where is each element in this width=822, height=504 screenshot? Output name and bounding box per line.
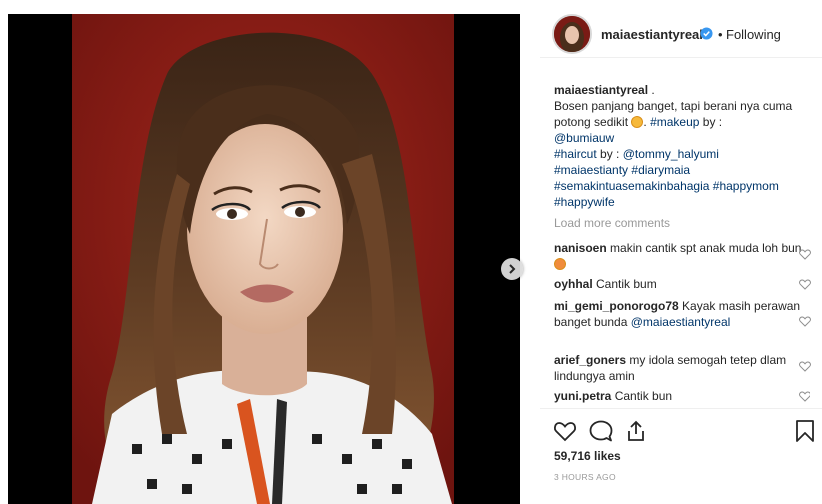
header-username[interactable]: maiaestiantyreal [601,27,703,42]
heart-icon[interactable] [553,419,577,443]
hashtag-link[interactable]: #makeup [650,115,699,129]
hashtag-link[interactable]: #happywife [554,195,615,209]
avatar-image [554,16,590,52]
post-media-area [0,0,540,504]
portrait-illustration [72,14,454,504]
emoji-icon [554,258,566,270]
comment-like-heart-icon[interactable] [799,391,810,402]
comment-username[interactable]: yuni.petra [554,389,611,403]
following-button[interactable]: Following [726,27,781,42]
share-icon[interactable] [624,419,648,443]
caption-username[interactable]: maiaestiantyreal [554,83,648,97]
post-timestamp[interactable]: 3 HOURS AGO [554,472,616,482]
hashtag-link[interactable]: #maiaestianty [554,163,628,177]
chevron-right-icon [509,264,516,274]
comment-text: Cantik bum [592,277,657,291]
comment-item: yuni.petra Cantik bun [554,388,810,404]
comment-item: mi_gemi_ponorogo78 Kayak masih perawan b… [554,298,811,330]
comment-text: Cantik bun [611,389,673,403]
comment-item: arief_goners my idola semogah tetep dlam… [554,352,811,384]
hashtag-link[interactable]: #haircut [554,147,597,161]
caption-text: . [648,83,655,97]
caption-text: by : [596,147,623,161]
tongue-emoji-icon [631,116,644,128]
next-photo-button[interactable] [501,258,523,280]
comment-username[interactable]: arief_goners [554,353,626,367]
comment-like-heart-icon[interactable] [799,279,811,290]
mention-link[interactable]: @tommy_halyumi [623,147,719,161]
mention-link[interactable]: @bumiauw [554,131,614,145]
caption-text: by : [699,115,723,129]
post-photo[interactable] [72,14,454,504]
comment-item: nanisoen makin cantik spt anak muda loh … [554,240,811,272]
caption: maiaestiantyreal . Bosen panjang banget,… [554,82,810,210]
hashtag-link[interactable]: #semakintuasemakinbahagia [554,179,709,193]
comment-username[interactable]: mi_gemi_ponorogo78 [554,299,679,313]
likes-count[interactable]: 59,716 likes [554,449,621,463]
mention-link[interactable]: @maiaestiantyreal [631,315,731,329]
post-actions: 59,716 likes 3 HOURS AGO [540,408,822,504]
bookmark-icon[interactable] [793,419,817,443]
avatar[interactable] [552,14,592,54]
comment-username[interactable]: nanisoen [554,241,607,255]
verified-badge-icon [700,27,713,40]
comment-like-heart-icon[interactable] [799,361,811,372]
post-media[interactable] [8,14,520,504]
hashtag-link[interactable]: #diarymaia [631,163,690,177]
comment-icon[interactable] [589,419,613,443]
comment-like-heart-icon[interactable] [799,316,811,327]
hashtag-link[interactable]: #happymom [713,179,779,193]
header-separator: • [718,27,723,42]
comment-username[interactable]: oyhhal [554,277,593,291]
load-more-comments-button[interactable]: Load more comments [554,216,670,230]
post-details-panel: maiaestiantyreal • Following maiaestiant… [540,0,822,504]
post-header: maiaestiantyreal • Following [540,14,822,58]
comment-like-heart-icon[interactable] [799,249,811,260]
comment-item: oyhhal Cantik bum [554,276,811,292]
comment-text: makin cantik spt anak muda loh bun [606,241,802,255]
